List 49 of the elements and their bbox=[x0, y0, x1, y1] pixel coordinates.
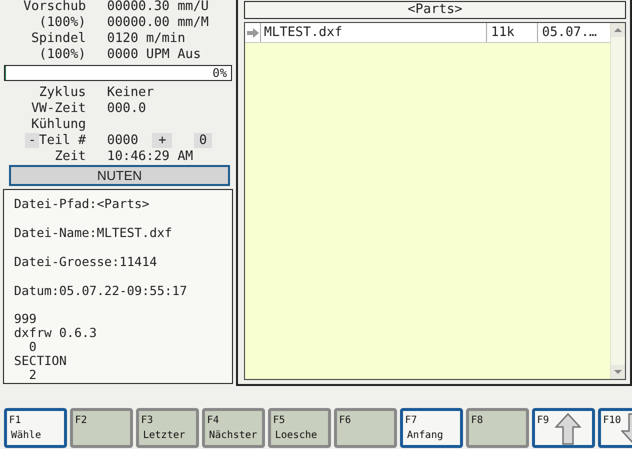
function-key[interactable]: F6 bbox=[334, 408, 397, 448]
preview-line: SECTION bbox=[14, 354, 68, 368]
mode-banner: NUTEN bbox=[9, 165, 230, 186]
function-key[interactable]: F2 bbox=[70, 408, 133, 448]
folder-header: <Parts> bbox=[244, 1, 626, 19]
field-value: 0000 bbox=[107, 132, 138, 148]
pointer-arrow-icon bbox=[246, 28, 258, 38]
preview-line: dxfrw 0.6.3 bbox=[14, 326, 98, 340]
field-value: 000.0 bbox=[107, 100, 146, 116]
decrement-button[interactable]: - bbox=[25, 132, 40, 148]
field-label: VW-Zeit bbox=[30, 100, 86, 116]
function-key[interactable]: F9 bbox=[532, 408, 595, 448]
reset-button[interactable]: 0 bbox=[194, 132, 212, 148]
file-name: MLTEST.dxf bbox=[263, 25, 344, 40]
field-value: 0120 m/min bbox=[107, 30, 186, 46]
file-size: 11k bbox=[486, 23, 537, 42]
increment-button[interactable]: + bbox=[152, 132, 172, 148]
file-row[interactable]: MLTEST.dxf 11k 05.07.… bbox=[245, 23, 610, 43]
progress-reading: 0% bbox=[212, 66, 228, 80]
field-label: Zeit bbox=[54, 148, 86, 164]
scroll-down-icon[interactable] bbox=[611, 365, 625, 379]
up-arrow-icon bbox=[555, 413, 581, 445]
function-key[interactable]: F5 Loesche bbox=[268, 408, 331, 448]
preview-line: 2 bbox=[28, 368, 38, 382]
function-key[interactable]: F4 Nächster bbox=[202, 408, 265, 448]
info-line: Datum:05.07.22-09:55:17 bbox=[14, 283, 188, 300]
function-key[interactable]: F1 Wähle bbox=[4, 408, 67, 448]
function-key[interactable]: F7 Anfang bbox=[400, 408, 463, 448]
field-value: 00000.00 mm/M bbox=[107, 14, 209, 30]
info-line: Datei-Name:MLTEST.dxf bbox=[14, 225, 174, 242]
field-label: Teil # bbox=[39, 132, 86, 148]
field-value: 10:46:29 AM bbox=[107, 148, 194, 164]
field-label: (100%) bbox=[38, 14, 86, 30]
function-key[interactable]: F8 bbox=[466, 408, 529, 448]
field-value: Keiner bbox=[107, 84, 154, 100]
field-label: (100%) bbox=[38, 46, 86, 62]
function-key[interactable]: F10 bbox=[598, 408, 632, 448]
function-key[interactable]: F3 Letzter bbox=[136, 408, 199, 448]
field-value: 0000 UPM Aus bbox=[107, 46, 201, 62]
scroll-up-icon[interactable] bbox=[611, 23, 625, 37]
field-label: Kühlung bbox=[30, 116, 86, 132]
preview-line: 0 bbox=[28, 340, 38, 354]
preview-line: 999 bbox=[14, 312, 38, 326]
scrollbar[interactable] bbox=[610, 23, 625, 379]
info-line: Datei-Pfad:<Parts> bbox=[14, 196, 150, 213]
info-line: Datei-Groesse:11414 bbox=[14, 254, 158, 271]
field-label: Spindel bbox=[30, 30, 86, 46]
field-label: Zyklus bbox=[38, 84, 86, 100]
field-value: 00000.30 mm/U bbox=[107, 0, 209, 14]
